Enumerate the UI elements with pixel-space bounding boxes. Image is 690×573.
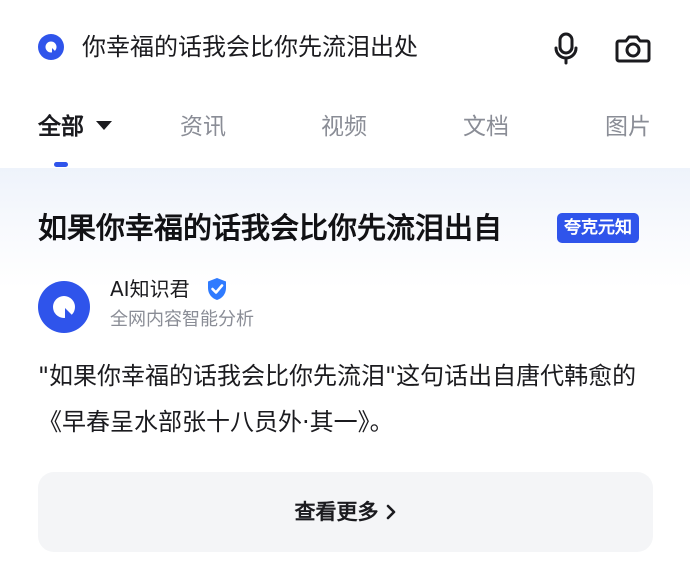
author-avatar-icon [38,281,90,333]
result-title[interactable]: 如果你幸福的话我会比你先流泪出自 [38,206,502,250]
tab-label: 全部 [38,114,84,140]
verified-shield-icon [208,278,226,300]
search-bar: 你幸福的话我会比你先流泪出处 [0,0,690,93]
caret-down-icon [96,121,112,130]
chevron-right-icon [386,504,395,520]
tab-documents[interactable]: 文档 [463,110,509,144]
search-logo-icon [38,34,64,60]
tab-bar: 全部 资讯 视频 文档 图片 [0,92,690,168]
tab-images[interactable]: 图片 [605,110,651,144]
author-description: 全网内容智能分析 [110,309,254,330]
view-more-label: 查看更多 [294,500,379,524]
camera-icon[interactable] [614,30,652,66]
search-input[interactable]: 你幸福的话我会比你先流泪出处 [82,27,418,67]
view-more-button[interactable]: 查看更多 [38,472,653,552]
microphone-icon[interactable] [548,30,584,66]
author-name: AI知识君 [110,277,190,301]
tab-news[interactable]: 资讯 [180,110,226,144]
active-tab-indicator [54,162,68,167]
answer-text: "如果你幸福的话我会比你先流泪"这句话出自唐代韩愈的《早春呈水部张十八员外·其一… [38,362,637,436]
source-badge: 夸克元知 [557,213,639,243]
result-card: 如果你幸福的话我会比你先流泪出自 夸克元知 AI知识君 全网内容智能分析 "如果… [0,168,690,573]
tab-videos[interactable]: 视频 [321,110,367,144]
tab-all[interactable]: 全部 [38,110,112,144]
